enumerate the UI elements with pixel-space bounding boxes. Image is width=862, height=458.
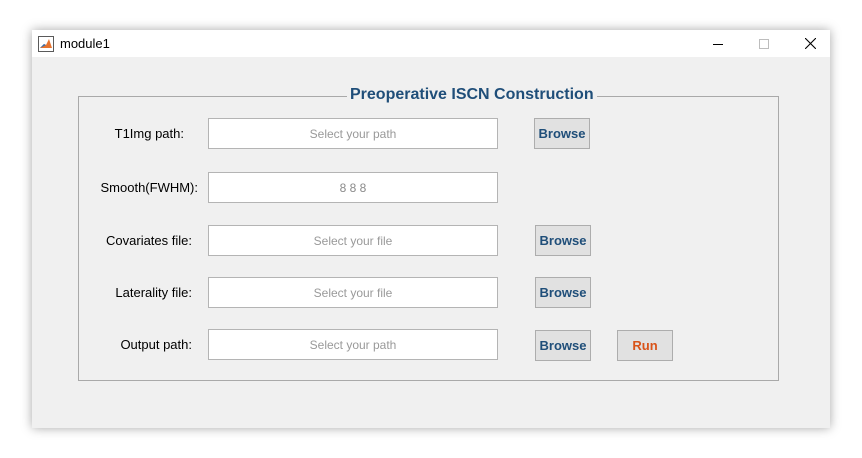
output-path-label: Output path: xyxy=(120,337,192,352)
laterality-file-input[interactable] xyxy=(208,277,498,308)
matlab-icon xyxy=(38,36,54,52)
covariates-file-label: Covariates file: xyxy=(106,233,192,248)
smooth-fwhm-label: Smooth(FWHM): xyxy=(100,180,199,195)
maximize-icon xyxy=(759,38,769,49)
t1img-path-input[interactable] xyxy=(208,118,498,149)
window-title: module1 xyxy=(60,36,110,51)
t1img-path-label: T1Img path: xyxy=(114,126,184,141)
panel-title: Preoperative ISCN Construction xyxy=(347,86,597,104)
close-button[interactable] xyxy=(787,30,833,57)
smooth-fwhm-input[interactable] xyxy=(208,172,498,203)
close-icon xyxy=(804,38,816,49)
iscn-panel: Preoperative ISCN Construction T1Img pat… xyxy=(78,86,779,381)
laterality-file-label: Laterality file: xyxy=(115,285,192,300)
maximize-button[interactable] xyxy=(741,30,787,57)
browse-covariates-button[interactable]: Browse xyxy=(535,225,591,256)
run-button[interactable]: Run xyxy=(617,330,673,361)
minimize-icon xyxy=(713,43,723,45)
browse-output-button[interactable]: Browse xyxy=(535,330,591,361)
browse-t1img-button[interactable]: Browse xyxy=(534,118,590,149)
app-window: module1 Preoperative ISCN Construction T… xyxy=(32,30,830,428)
covariates-file-input[interactable] xyxy=(208,225,498,256)
title-bar: module1 xyxy=(32,30,830,57)
output-path-input[interactable] xyxy=(208,329,498,360)
minimize-button[interactable] xyxy=(695,30,741,57)
browse-laterality-button[interactable]: Browse xyxy=(535,277,591,308)
